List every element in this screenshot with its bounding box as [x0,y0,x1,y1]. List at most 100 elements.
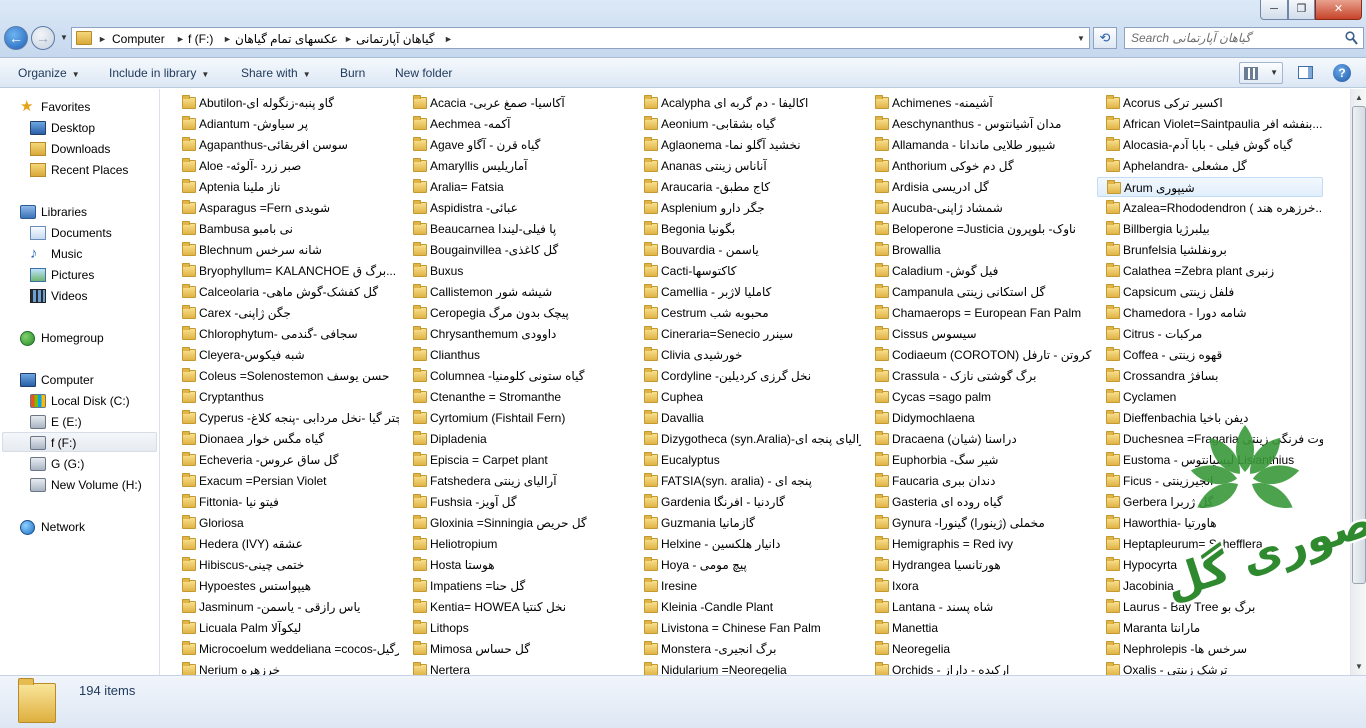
folder-item[interactable]: Calceolaria -گل کفشک-گوش ماهی [173,282,399,302]
folder-item[interactable]: Columnea -گیاه ستونی کلومنیا [404,366,630,386]
folder-item[interactable]: Brunfelsia برونفلشیا [1097,240,1323,260]
folder-item[interactable]: Aphelandra- گل مشعلی [1097,156,1323,176]
folder-item[interactable]: Callistemon شیشه شور [404,282,630,302]
folder-item[interactable]: Ceropegia پیچک بدون مرگ [404,303,630,323]
folder-item[interactable]: Dionaea گیاه مگس خوار [173,429,399,449]
folder-item[interactable]: Dizygotheca (syn.Aralia)-آرالیای پنجه ای [635,429,861,449]
folder-item[interactable]: Cestrum محبوبه شب [635,303,861,323]
folder-item[interactable]: Caladium -فیل گوش [866,261,1092,281]
folder-item[interactable]: Coleus =Solenostemon حسن یوسف [173,366,399,386]
folder-item[interactable]: Aloe -صبر زرد -آلوئه [173,156,399,176]
folder-item[interactable]: Cycas =sago palm [866,387,1092,407]
folder-item[interactable]: Nephrolepis -سرخس ها [1097,639,1323,659]
folder-item[interactable]: Helxine - دانیار هلکسین [635,534,861,554]
folder-item[interactable]: Ixora [866,576,1092,596]
folder-item[interactable]: Nidularium =Neoregelia [635,660,861,675]
folder-item[interactable]: Aeonium -گیاه بشقابی [635,114,861,134]
back-button[interactable]: ← [4,26,28,50]
folder-item[interactable]: Chlorophytum- سجافی -گندمی [173,324,399,344]
refresh-button[interactable]: ⟲ [1093,27,1117,49]
breadcrumb-all-plants-photos[interactable]: عکسهای تمام گیاهان [235,31,338,47]
folder-item[interactable]: Aspidistra -عبائی [404,198,630,218]
folder-item[interactable]: Calathea =Zebra plant زنبری [1097,261,1323,281]
help-button[interactable]: ? [1333,64,1351,82]
organize-menu[interactable]: Organize ▼ [18,64,80,82]
change-view-button[interactable]: ▼ [1239,62,1283,84]
close-button[interactable]: ✕ [1315,0,1362,20]
folder-item[interactable]: Hoya - پیچ مومی [635,555,861,575]
nav-drive-e[interactable]: E (E:) [30,412,150,432]
folder-item[interactable]: Nertera [404,660,630,675]
address-history-dropdown[interactable]: ▼ [1075,31,1087,47]
folder-item[interactable]: Agave گیاه قرن - آگاو [404,135,630,155]
share-with-menu[interactable]: Share with ▼ [241,64,311,82]
folder-item[interactable]: Dipladenia [404,429,630,449]
search-input[interactable]: Search گیاهان آپارتمانی [1124,27,1364,49]
folder-item[interactable]: Clivia خورشیدی [635,345,861,365]
folder-item[interactable]: Haworthia- هاورتیا [1097,513,1323,533]
folder-item[interactable]: Cryptanthus [173,387,399,407]
folder-item[interactable]: Didymochlaena [866,408,1092,428]
folder-item[interactable]: Exacum =Persian Violet [173,471,399,491]
folder-item[interactable]: Buxus [404,261,630,281]
folder-item[interactable]: Bougainvillea -گل کاغذی [404,240,630,260]
nav-homegroup[interactable]: Homegroup [20,328,150,348]
folder-item[interactable]: Acorus اکسیر ترکی [1097,93,1323,113]
folder-item[interactable]: Aeschynanthus - مدان آشیانتوس [866,114,1092,134]
folder-item[interactable]: Nerium خرزهره [173,660,399,675]
folder-item[interactable]: Campanula گل استکانی زینتی [866,282,1092,302]
nav-local-disk-c[interactable]: Local Disk (C:) [30,391,150,411]
folder-item[interactable]: Heptapleurum= Schefflera [1097,534,1323,554]
folder-item[interactable]: Fushsia -گل آویز [404,492,630,512]
nav-pictures[interactable]: Pictures [30,265,150,285]
folder-item[interactable]: Acacia -آکاسیا- صمغ عربی [404,93,630,113]
folder-item[interactable]: Camellia - کاملیا لاژبر [635,282,861,302]
breadcrumb-apartment-plants[interactable]: گیاهان آپارتمانی [356,31,435,47]
scroll-thumb[interactable] [1352,106,1366,584]
folder-item[interactable]: Ficus - انجیرزینتی [1097,471,1323,491]
folder-item[interactable]: Gerbera گل ژربرا [1097,492,1323,512]
folder-item[interactable]: Allamanda - شیپور طلایی ماندانا [866,135,1092,155]
include-in-library-menu[interactable]: Include in library ▼ [109,64,209,82]
folder-item[interactable]: Cleyera-شبه فیکوس [173,345,399,365]
folder-item[interactable]: Coffea - قهوه زینتی [1097,345,1323,365]
nav-drive-f[interactable]: f (F:) [2,432,157,452]
breadcrumb-separator-icon[interactable]: ► [223,31,232,47]
folder-item[interactable]: Asparagus =Fern شویدی [173,198,399,218]
folder-item[interactable]: FATSIA(syn. aralia) - پنجه ای [635,471,861,491]
folder-item[interactable]: Browallia [866,240,1092,260]
forward-button[interactable]: → [31,26,55,50]
folder-item[interactable]: Manettia [866,618,1092,638]
folder-item[interactable]: Fatshedera آرالیای زینتی [404,471,630,491]
nav-favorites[interactable]: ★ Favorites [20,97,150,117]
folder-item[interactable]: Faucaria دندان ببری [866,471,1092,491]
folder-item[interactable]: Mimosa گل حساس [404,639,630,659]
folder-item[interactable]: Capsicum فلفل زینتی [1097,282,1323,302]
nav-documents[interactable]: Documents [30,223,150,243]
breadcrumb-drive-f[interactable]: f (F:) [188,31,213,47]
folder-item[interactable]: Dieffenbachia دیفن باخیا [1097,408,1323,428]
folder-item[interactable]: Hosta هوستا [404,555,630,575]
folder-item[interactable]: Hedera (IVY) عشقه [173,534,399,554]
folder-item[interactable]: Cacti-کاکتوسها [635,261,861,281]
folder-item[interactable]: Kleinia -Candle Plant [635,597,861,617]
folder-item[interactable]: Cuphea [635,387,861,407]
folder-item[interactable]: Licuala Palm لیکوآلا [173,618,399,638]
folder-item[interactable]: Bambusa نی بامبو [173,219,399,239]
folder-item[interactable]: Alocasia-گیاه گوش فیلی - بابا آدم [1097,135,1323,155]
folder-item[interactable]: Gynura -مخملی (ژینورا) گینورا [866,513,1092,533]
folder-item[interactable]: Cordyline -نخل گرزی کردیلین [635,366,861,386]
folder-item[interactable]: Abutilon-گاو پنبه-زنگوله ای [173,93,399,113]
folder-item[interactable]: Guzmania گازمانیا [635,513,861,533]
folder-item[interactable]: Heliotropium [404,534,630,554]
recent-pages-dropdown[interactable]: ▼ [58,32,70,44]
folder-item[interactable]: Microcoelum weddeliana =cocos-نارگیل [173,639,399,659]
folder-item[interactable]: Citrus - مرکبات [1097,324,1323,344]
folder-item[interactable]: Chamaerops = European Fan Palm [866,303,1092,323]
folder-item[interactable]: Ardisia گل ادریسی [866,177,1092,197]
breadcrumb-computer[interactable]: Computer [112,31,165,47]
folder-item[interactable]: Cyperus -پاپیروس-چتر گیا -نخل مردابی -پن… [173,408,399,428]
nav-new-volume-h[interactable]: New Volume (H:) [30,475,150,495]
folder-item[interactable]: Achimenes -آشیمنه [866,93,1092,113]
folder-item[interactable]: Ananas آناناس زینتی [635,156,861,176]
